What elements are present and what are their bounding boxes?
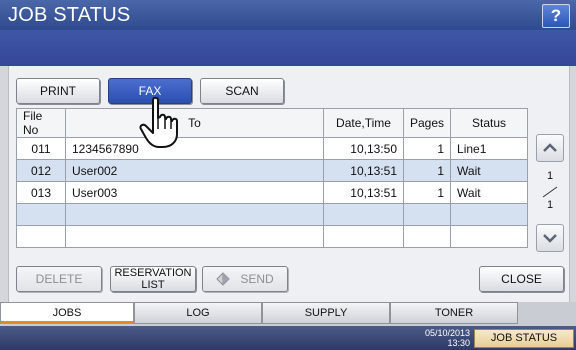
table-row[interactable]: 011 1234567890 10,13:50 1 Line1 xyxy=(16,137,528,160)
date-time-display: 05/10/2013 13:30 xyxy=(400,328,470,348)
chevron-up-icon xyxy=(543,143,557,152)
cell-status: Line1 xyxy=(450,137,528,160)
cell-status: Wait xyxy=(450,181,528,204)
status-date: 05/10/2013 xyxy=(424,328,470,338)
chevron-down-icon xyxy=(543,234,557,243)
cell-date-time: 10,13:51 xyxy=(323,159,404,182)
tab-jobs[interactable]: JOBS xyxy=(0,302,134,324)
diamond-icon xyxy=(216,272,231,286)
help-button[interactable]: ? xyxy=(542,4,570,28)
column-to: To xyxy=(65,108,324,138)
job-table: File No To Date,Time Pages Status 011 12… xyxy=(16,108,528,248)
print-tab-button[interactable]: PRINT xyxy=(16,78,100,104)
tab-log[interactable]: LOG xyxy=(134,302,262,324)
status-bar: 05/10/2013 13:30 JOB STATUS xyxy=(0,326,576,350)
job-status-button[interactable]: JOB STATUS xyxy=(474,329,574,348)
bottom-tab-bar: JOBS LOG SUPPLY TONER xyxy=(0,302,576,326)
tab-toner[interactable]: TONER xyxy=(390,302,518,324)
column-file-no: File No xyxy=(16,108,66,138)
delete-button[interactable]: DELETE xyxy=(16,266,102,292)
total-pages: 1 xyxy=(546,199,554,211)
cell-date-time: 10,13:51 xyxy=(323,181,404,204)
table-header-row: File No To Date,Time Pages Status xyxy=(16,108,528,138)
cell-pages: 1 xyxy=(402,159,452,182)
tab-supply[interactable]: SUPPLY xyxy=(262,302,390,324)
reservation-list-button[interactable]: RESERVATION LIST xyxy=(110,266,196,292)
scan-tab-button[interactable]: SCAN xyxy=(200,78,284,104)
cell-status: Wait xyxy=(450,159,528,182)
cell-pages: 1 xyxy=(402,181,452,204)
close-button[interactable]: CLOSE xyxy=(479,266,564,292)
scroll-up-button[interactable] xyxy=(536,134,564,162)
title-bar: JOB STATUS ? xyxy=(0,0,576,30)
page-divider xyxy=(542,186,558,198)
scroll-down-button[interactable] xyxy=(536,224,564,252)
send-label: SEND xyxy=(240,272,274,286)
cell-file-no: 012 xyxy=(16,159,66,182)
current-page: 1 xyxy=(546,170,554,182)
cell-file-no: 011 xyxy=(16,137,66,160)
cell-file-no: 013 xyxy=(16,181,66,204)
table-row[interactable]: 013 User003 10,13:51 1 Wait xyxy=(16,181,528,204)
column-pages: Pages xyxy=(402,108,452,138)
reservation-label-line2: LIST xyxy=(141,279,165,291)
cell-to: User002 xyxy=(65,159,324,182)
table-row[interactable]: 012 User002 10,13:51 1 Wait xyxy=(16,159,528,182)
hand-pointer-icon xyxy=(139,96,178,148)
header-band xyxy=(0,30,576,66)
send-button[interactable]: SEND xyxy=(202,266,288,292)
reservation-label-line1: RESERVATION xyxy=(114,267,192,279)
column-status: Status xyxy=(450,108,528,138)
cell-date-time: 10,13:50 xyxy=(323,137,404,160)
cell-pages: 1 xyxy=(402,137,452,160)
status-time: 13:30 xyxy=(447,338,470,348)
page-title: JOB STATUS xyxy=(8,4,131,26)
column-date-time: Date,Time xyxy=(323,108,404,138)
table-row-empty xyxy=(16,225,528,248)
page-indicator: 1 1 xyxy=(536,170,564,230)
table-row-empty xyxy=(16,203,528,226)
cell-to: 1234567890 xyxy=(65,137,324,160)
cell-to: User003 xyxy=(65,181,324,204)
